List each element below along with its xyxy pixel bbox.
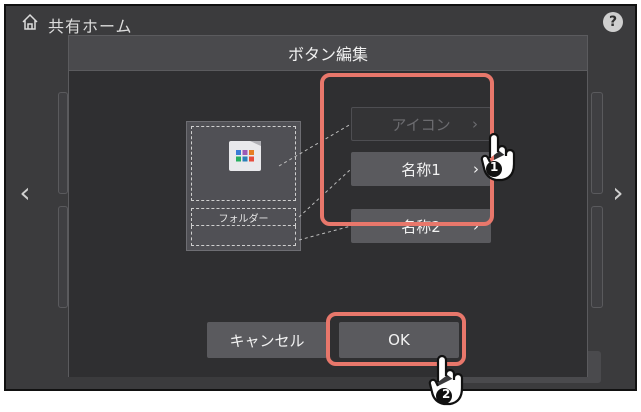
background-panel-left xyxy=(58,92,68,194)
background-panel-right-2 xyxy=(591,206,603,308)
step1-callout: 1 xyxy=(490,160,499,174)
home-icon[interactable] xyxy=(20,12,40,32)
help-icon[interactable]: ? xyxy=(603,12,623,32)
background-panel-left-2 xyxy=(58,206,68,308)
pointer-hand-icon xyxy=(428,354,464,406)
pointer-hand-icon xyxy=(480,132,516,182)
highlight-name-options xyxy=(320,73,494,226)
chevron-left-icon[interactable]: ‹ xyxy=(12,172,38,212)
cancel-button[interactable]: キャンセル xyxy=(207,322,327,358)
chevron-right-icon[interactable]: › xyxy=(605,172,631,212)
dialog-title: ボタン編集 xyxy=(69,36,587,70)
step2-callout: 2 xyxy=(442,387,451,401)
background-panel-right xyxy=(591,92,603,194)
home-title: 共有ホーム xyxy=(48,17,133,36)
